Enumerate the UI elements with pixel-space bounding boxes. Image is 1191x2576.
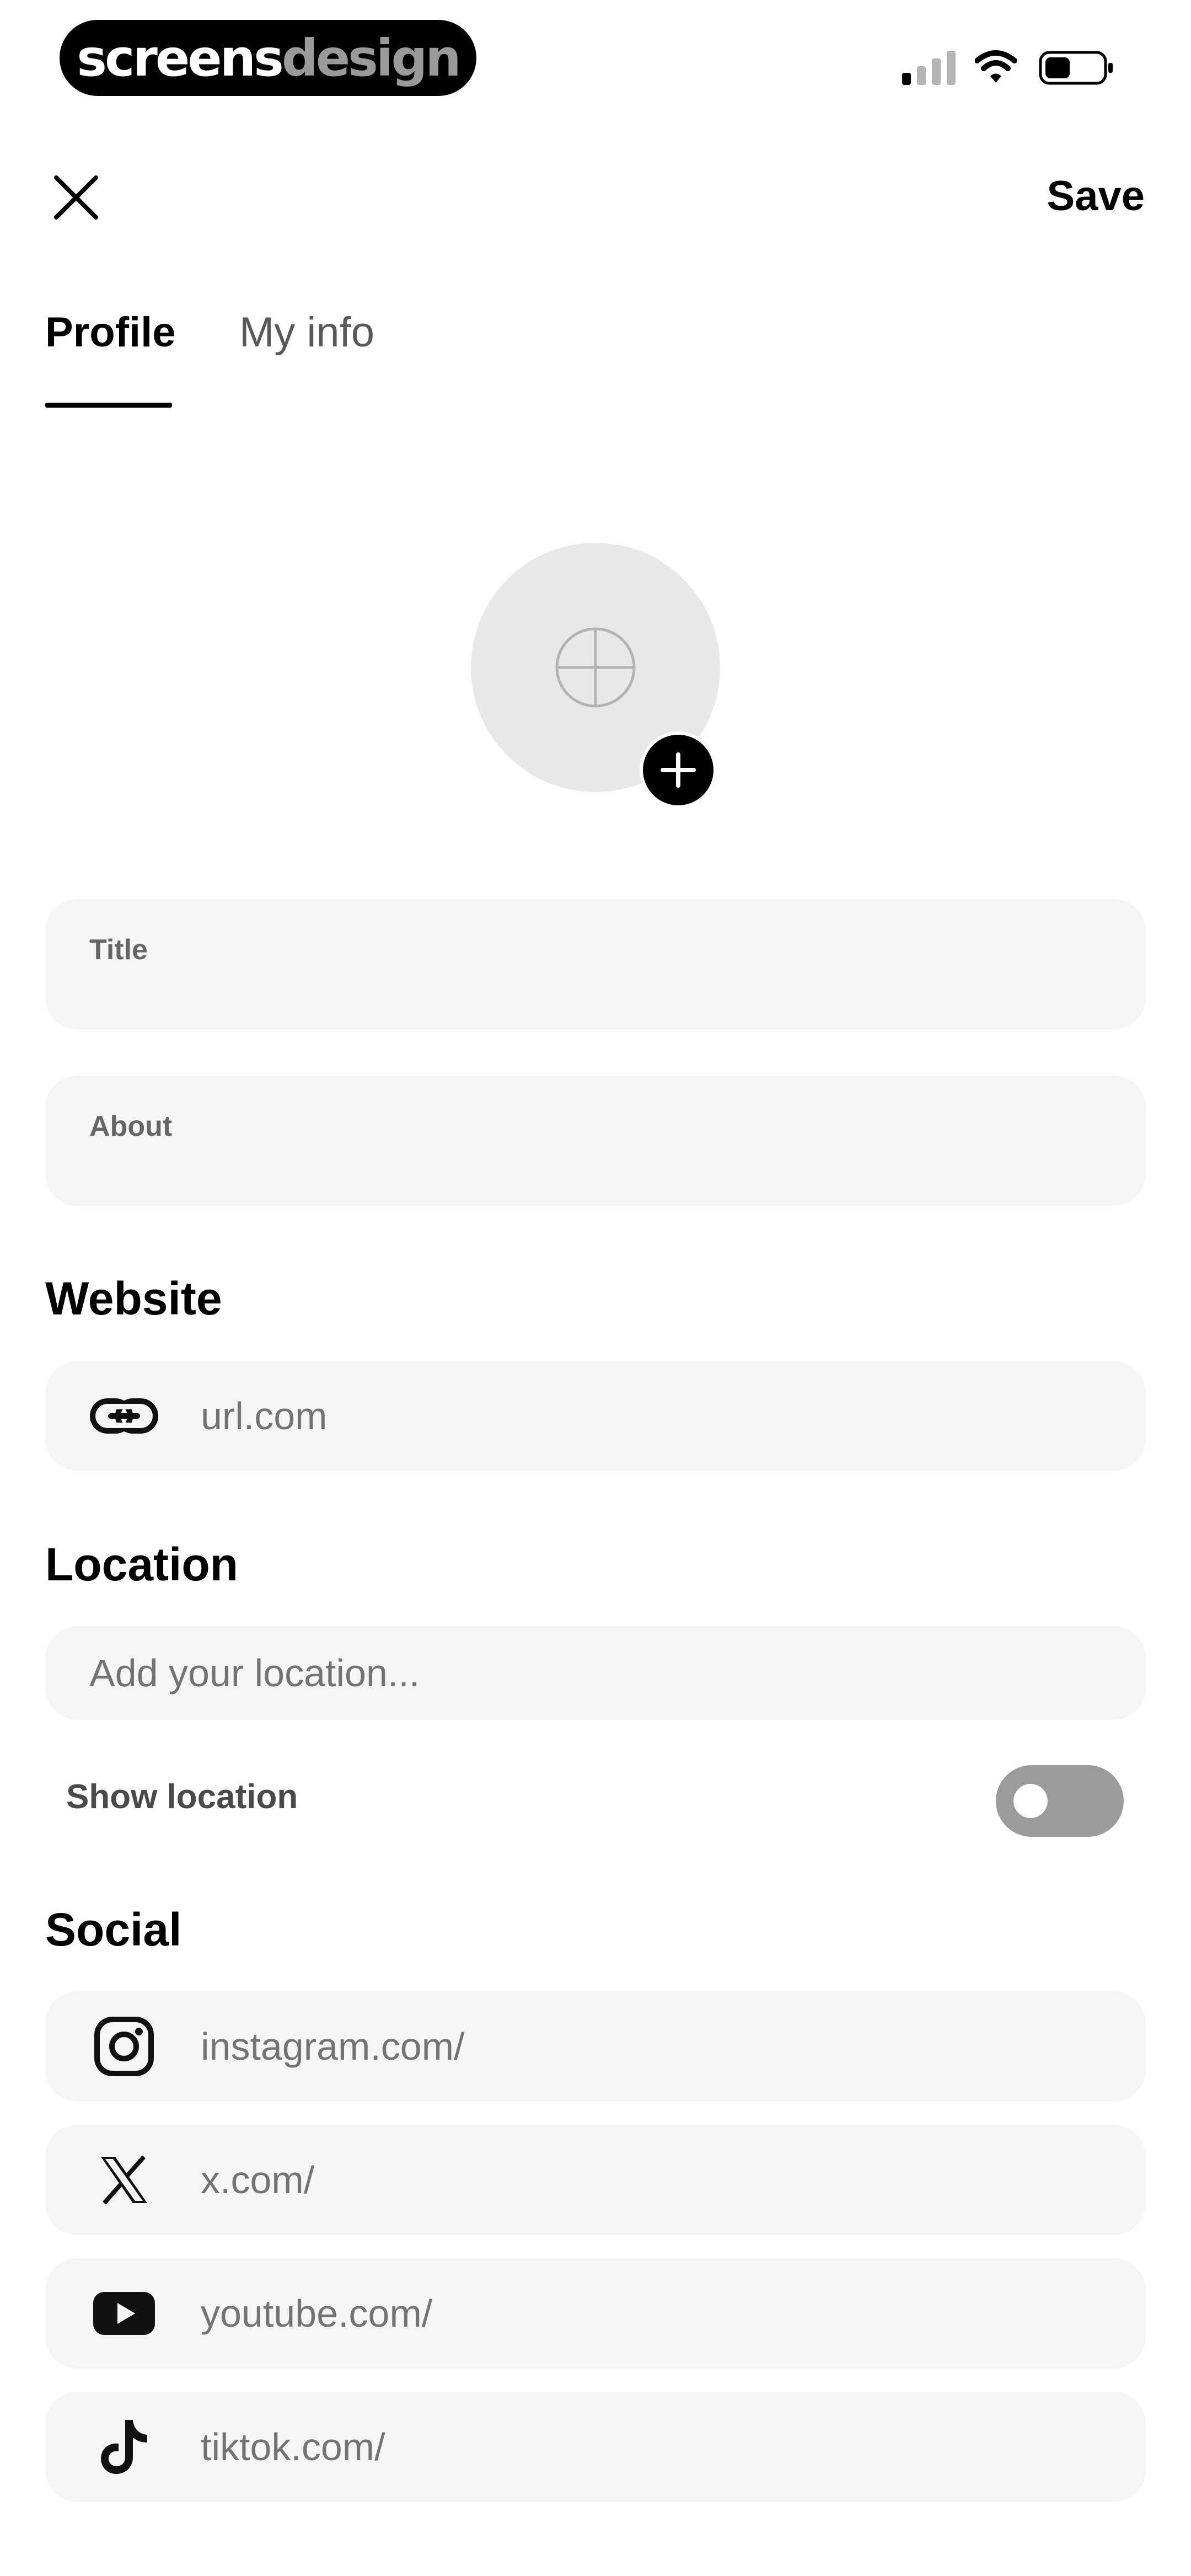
about-field-label: About (89, 1110, 173, 1142)
show-location-toggle[interactable] (996, 1765, 1124, 1837)
signal-icon (902, 51, 956, 85)
youtube-icon (89, 2279, 159, 2348)
active-tab-indicator (45, 403, 172, 408)
title-field[interactable]: Title (45, 899, 1146, 1029)
plus-icon (661, 752, 696, 788)
close-icon (54, 175, 98, 220)
location-heading: Location (45, 1538, 238, 1590)
brand-logo: screens design (60, 20, 476, 96)
location-placeholder: Add your location... (89, 1652, 420, 1695)
x-input[interactable]: x.com/ (45, 2125, 1146, 2235)
location-input[interactable]: Add your location... (45, 1626, 1146, 1720)
website-heading: Website (45, 1273, 222, 1324)
tab-profile[interactable]: Profile (45, 302, 176, 363)
x-placeholder: x.com/ (201, 2158, 315, 2201)
brand-logo-part2: design (281, 28, 462, 88)
close-button[interactable] (50, 171, 103, 224)
title-field-label: Title (89, 934, 148, 966)
link-icon (89, 1381, 159, 1451)
youtube-placeholder: youtube.com/ (201, 2292, 433, 2335)
youtube-input[interactable]: youtube.com/ (45, 2258, 1146, 2369)
instagram-input[interactable]: instagram.com/ (45, 1991, 1146, 2102)
add-photo-button[interactable] (640, 731, 717, 809)
tab-my-info[interactable]: My info (239, 302, 374, 363)
social-heading: Social (45, 1904, 182, 1955)
about-field[interactable]: About (45, 1076, 1146, 1206)
x-logo-icon (89, 2145, 159, 2215)
website-input[interactable]: url.com (45, 1361, 1146, 1471)
tiktok-placeholder: tiktok.com/ (201, 2425, 385, 2468)
toggle-knob (1013, 1784, 1048, 1818)
crosshair-icon (555, 627, 636, 708)
tiktok-icon (89, 2412, 159, 2482)
website-placeholder: url.com (201, 1394, 328, 1437)
tiktok-input[interactable]: tiktok.com/ (45, 2392, 1146, 2502)
brand-logo-part1: screens (77, 28, 284, 88)
instagram-icon (89, 2012, 159, 2081)
battery-icon (1039, 51, 1113, 85)
show-location-label: Show location (66, 1778, 298, 1816)
save-button[interactable]: Save (1047, 169, 1145, 224)
wifi-icon (975, 50, 1017, 83)
instagram-placeholder: instagram.com/ (201, 2025, 465, 2068)
